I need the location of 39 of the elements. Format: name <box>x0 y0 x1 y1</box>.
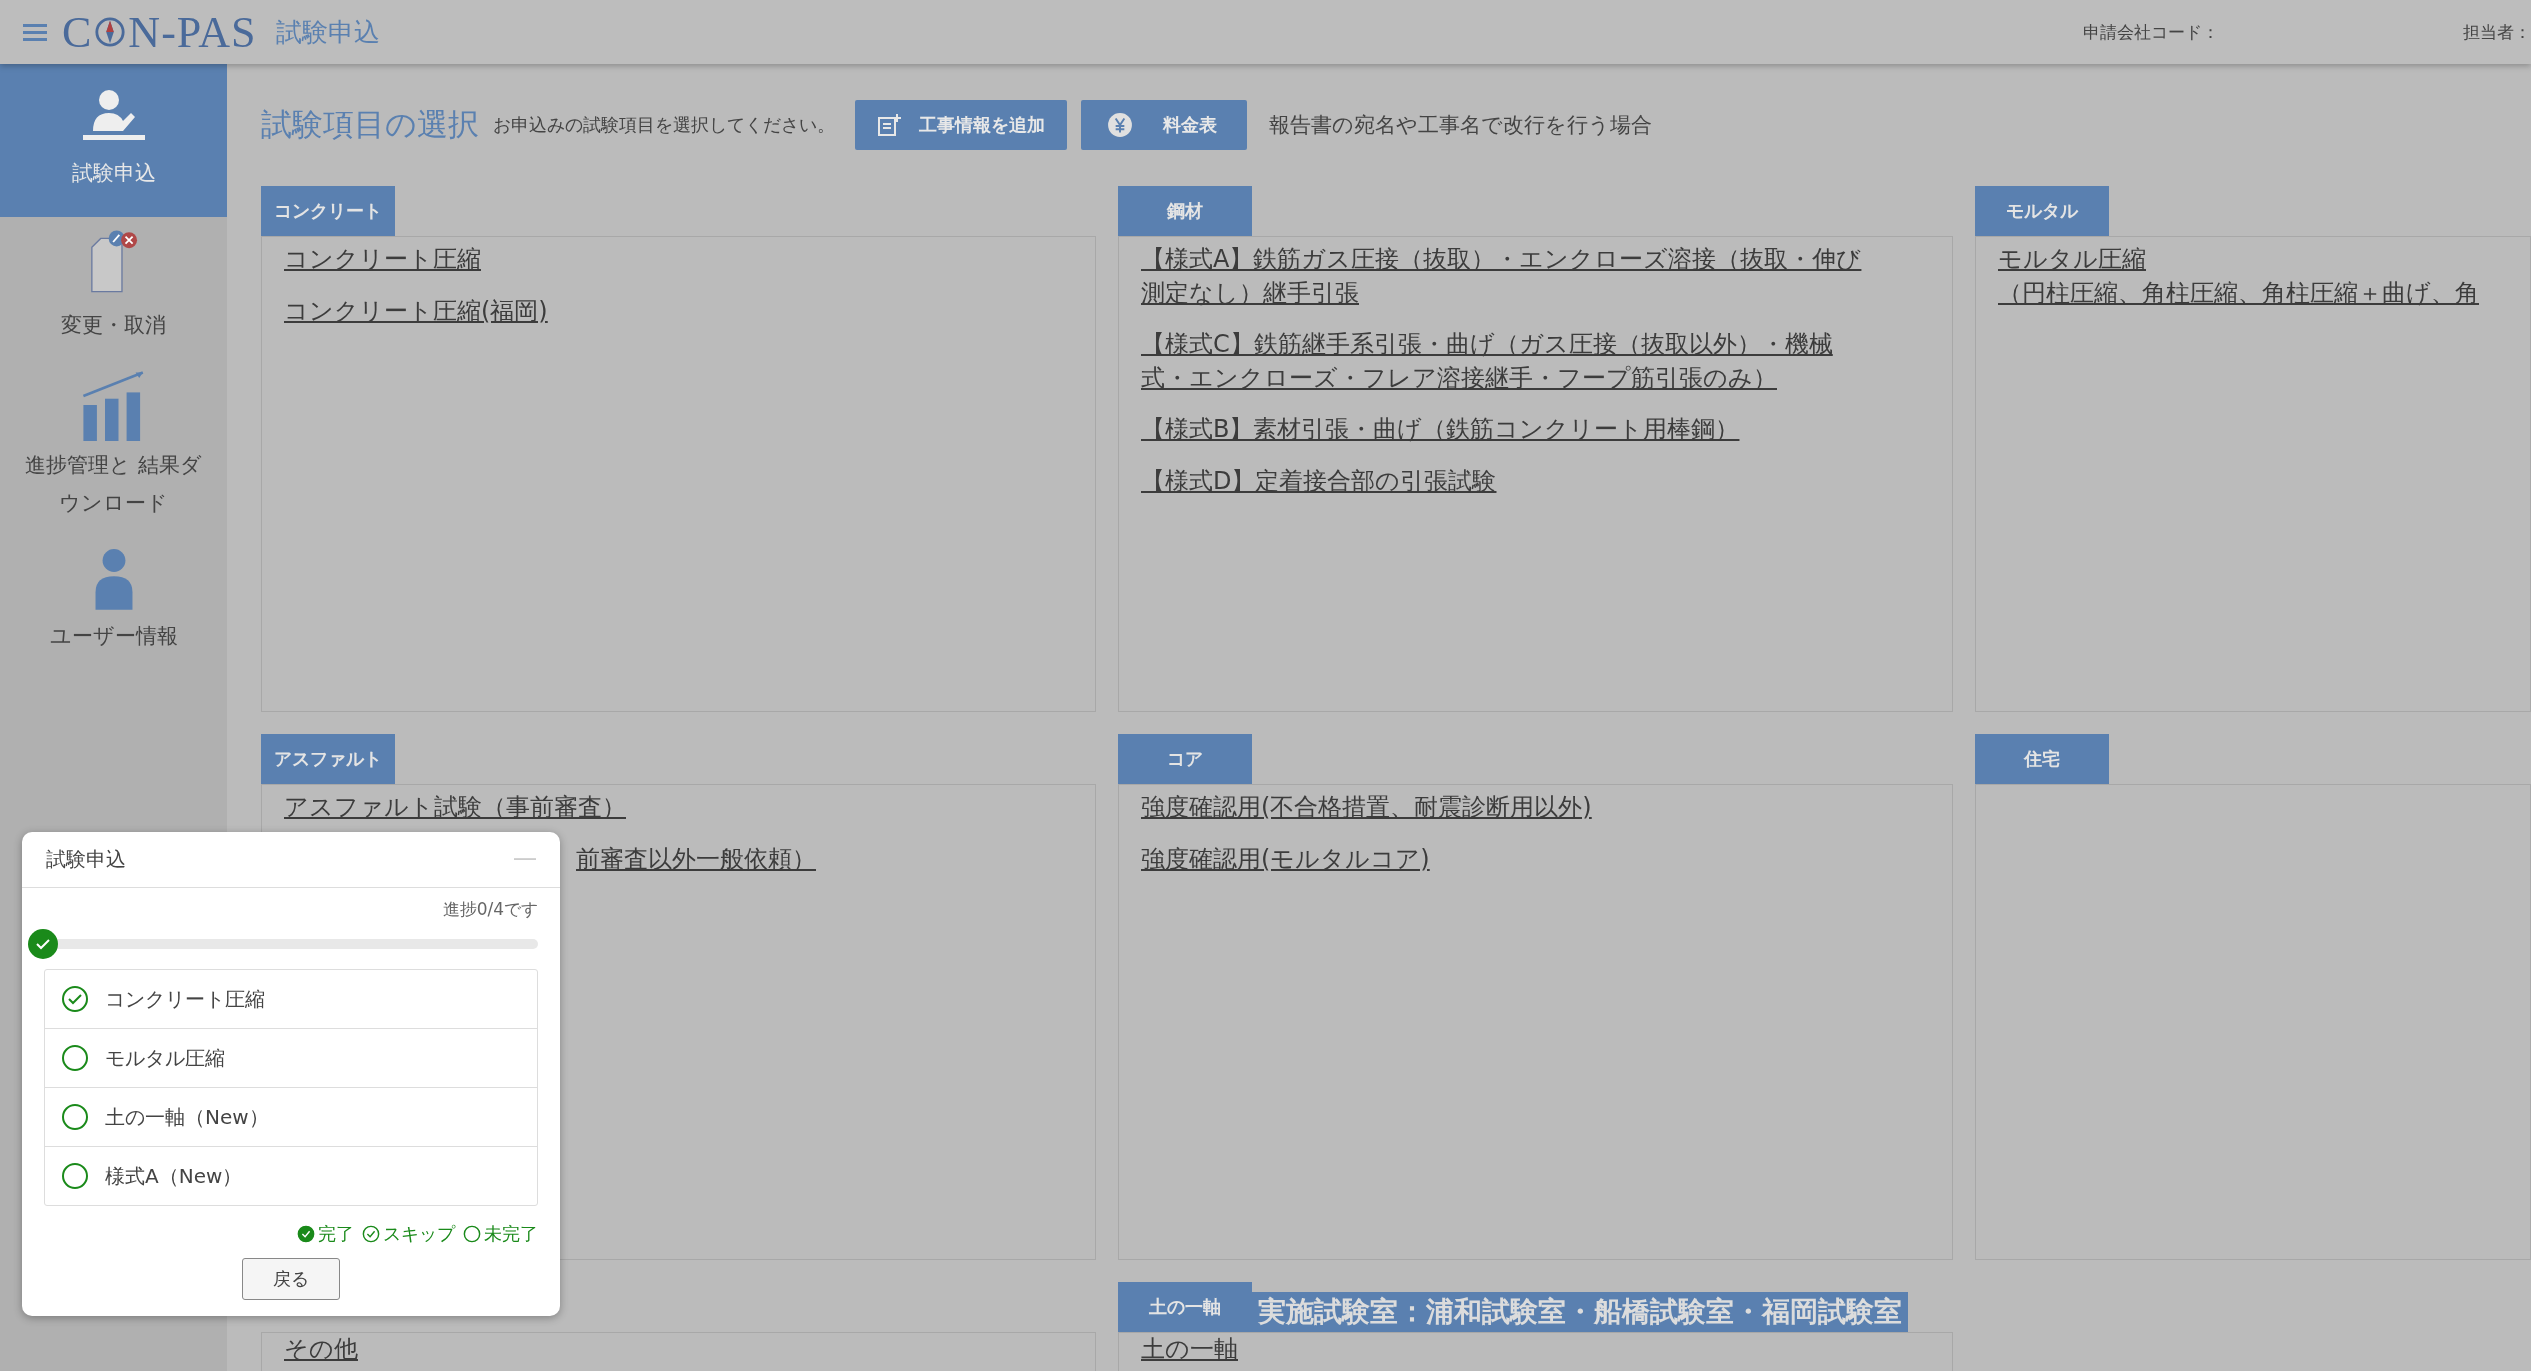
test-link[interactable]: コンクリート圧縮 <box>284 243 1073 277</box>
circle-icon <box>61 1103 89 1131</box>
section-subtitle: お申込みの試験項目を選択してください。 <box>493 113 835 137</box>
test-link[interactable]: 土の一軸 <box>1141 1333 1930 1367</box>
circle-icon <box>61 1044 89 1072</box>
legend-item: スキップ <box>362 1222 455 1246</box>
sidebar-item[interactable]: ユーザー情報 <box>0 534 227 669</box>
circle-icon <box>463 1225 481 1243</box>
step-item: モルタル圧縮 <box>45 1029 537 1088</box>
add-document-icon <box>877 113 901 137</box>
dialog-title: 試験申込 <box>46 846 126 873</box>
yen-icon <box>1107 112 1133 138</box>
back-button[interactable]: 戻る <box>242 1258 340 1300</box>
check-circle-icon <box>28 929 58 959</box>
circle-icon <box>61 1162 89 1190</box>
step-item: コンクリート圧縮 <box>45 970 537 1029</box>
menu-icon[interactable] <box>22 22 48 42</box>
test-link[interactable]: 強度確認用(モルタルコア) <box>1141 842 1930 877</box>
step-item: 土の一軸（New） <box>45 1088 537 1147</box>
note-text: 報告書の宛名や工事名で改行を行う場合 <box>1269 112 1652 139</box>
sidebar-item[interactable]: 進捗管理と 結果ダウンロード <box>0 356 227 535</box>
page-title: 試験申込 <box>276 15 381 49</box>
company-code-label: 申請会社コード： <box>2083 20 2219 44</box>
sidebar-item[interactable]: 変更・取消 <box>0 217 227 357</box>
sidebar-item[interactable]: 試験申込 <box>0 64 227 217</box>
legend-item: 完了 <box>297 1222 354 1246</box>
test-link[interactable]: コンクリート圧縮(福岡) <box>284 294 1073 329</box>
section-title: 試験項目の選択 <box>261 105 479 144</box>
check-circle-icon <box>297 1225 315 1243</box>
person-label: 担当者： <box>2463 20 2531 44</box>
toolbar-button[interactable]: 工事情報を追加 <box>855 100 1067 150</box>
toolbar-button[interactable]: 料金表 <box>1081 100 1247 150</box>
legend-item: 未完了 <box>463 1222 538 1246</box>
lab-note: 実施試験室：浦和試験室・船橋試験室・福岡試験室 <box>1252 1292 1908 1332</box>
check-circle-icon <box>362 1225 380 1243</box>
progress-text: 進捗0/4です <box>441 898 538 921</box>
logo: C N-PAS <box>62 6 257 58</box>
step-item: 様式A（New） <box>45 1147 537 1205</box>
check-circle-icon <box>61 985 89 1013</box>
